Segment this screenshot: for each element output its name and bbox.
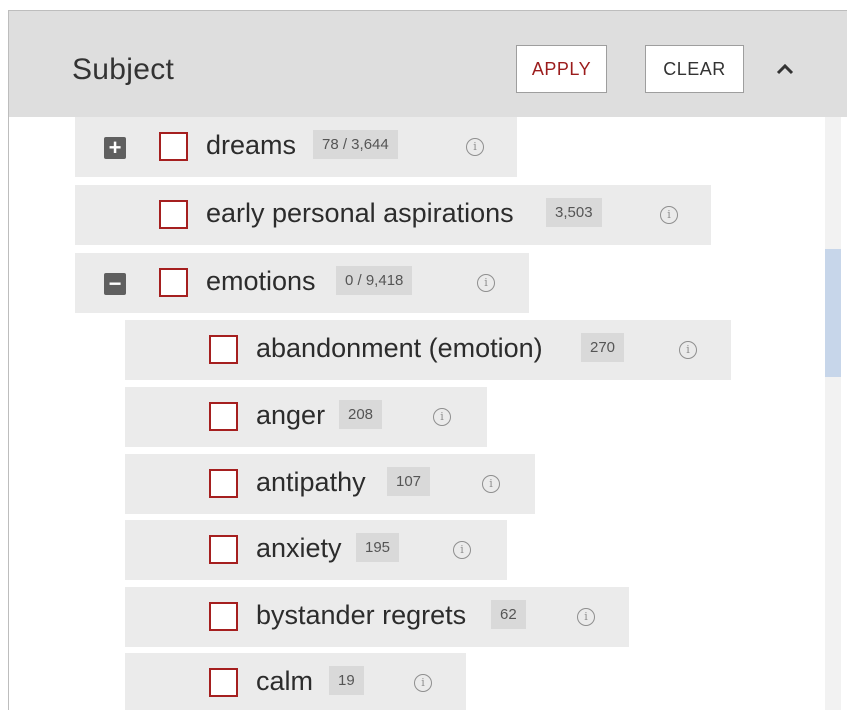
count-badge: 270 xyxy=(581,333,625,362)
scrollbar-track[interactable] xyxy=(825,117,841,710)
count-badge: 78 / 3,644 xyxy=(313,130,398,159)
info-icon[interactable]: i xyxy=(577,608,595,626)
item-label: early personal aspirations xyxy=(206,198,514,228)
count-badge: 3,503 xyxy=(546,198,602,227)
apply-button[interactable]: APPLY xyxy=(516,45,607,93)
info-icon[interactable]: i xyxy=(660,206,678,224)
checkbox[interactable] xyxy=(209,469,238,498)
collapse-icon[interactable]: − xyxy=(104,273,126,295)
info-icon[interactable]: i xyxy=(453,541,471,559)
count-badge: 107 xyxy=(387,467,431,496)
checkbox[interactable] xyxy=(159,132,188,161)
item-label: dreams xyxy=(206,130,297,160)
subject-filter-panel: Subject APPLY CLEAR + dreams 78 / 3,644 … xyxy=(8,10,847,710)
info-icon[interactable]: i xyxy=(466,138,484,156)
chevron-up-icon[interactable] xyxy=(769,47,801,79)
checkbox[interactable] xyxy=(209,602,238,631)
checkbox[interactable] xyxy=(159,200,188,229)
expand-icon[interactable]: + xyxy=(104,137,126,159)
checkbox[interactable] xyxy=(209,668,238,697)
scrollbar-thumb[interactable] xyxy=(825,249,841,377)
list-item-bystander-regrets[interactable]: bystander regrets 62 i xyxy=(125,587,629,647)
list-item-abandonment[interactable]: abandonment (emotion) 270 i xyxy=(125,320,731,380)
list-item-calm[interactable]: calm 19 i xyxy=(125,653,466,710)
checkbox[interactable] xyxy=(209,335,238,364)
info-icon[interactable]: i xyxy=(679,341,697,359)
checkbox[interactable] xyxy=(209,402,238,431)
list-item-dreams[interactable]: + dreams 78 / 3,644 i xyxy=(75,117,517,177)
list-item-anxiety[interactable]: anxiety 195 i xyxy=(125,520,507,580)
chevron-up-glyph xyxy=(776,63,794,75)
list-item-early-personal-aspirations[interactable]: early personal aspirations 3,503 i xyxy=(75,185,711,245)
info-icon[interactable]: i xyxy=(414,674,432,692)
count-badge: 62 xyxy=(491,600,526,629)
count-badge: 195 xyxy=(356,533,400,562)
list-item-anger[interactable]: anger 208 i xyxy=(125,387,487,447)
count-badge: 0 / 9,418 xyxy=(336,266,413,295)
list-item-antipathy[interactable]: antipathy 107 i xyxy=(125,454,535,514)
clear-button[interactable]: CLEAR xyxy=(645,45,744,93)
count-badge: 19 xyxy=(329,666,364,695)
item-label: anxiety xyxy=(256,533,342,563)
list-item-emotions[interactable]: − emotions 0 / 9,418 i xyxy=(75,253,529,313)
info-icon[interactable]: i xyxy=(433,408,451,426)
count-badge: 208 xyxy=(339,400,383,429)
info-icon[interactable]: i xyxy=(482,475,500,493)
item-label: bystander regrets xyxy=(256,600,467,630)
item-label: anger xyxy=(256,400,326,430)
item-label: abandonment (emotion) xyxy=(256,333,543,363)
item-label: calm xyxy=(256,666,314,696)
item-label: emotions xyxy=(206,266,316,296)
checkbox[interactable] xyxy=(209,535,238,564)
info-icon[interactable]: i xyxy=(477,274,495,292)
item-label: antipathy xyxy=(256,467,366,497)
filter-header: Subject APPLY CLEAR xyxy=(9,11,847,117)
filter-title: Subject xyxy=(72,53,175,86)
checkbox[interactable] xyxy=(159,268,188,297)
